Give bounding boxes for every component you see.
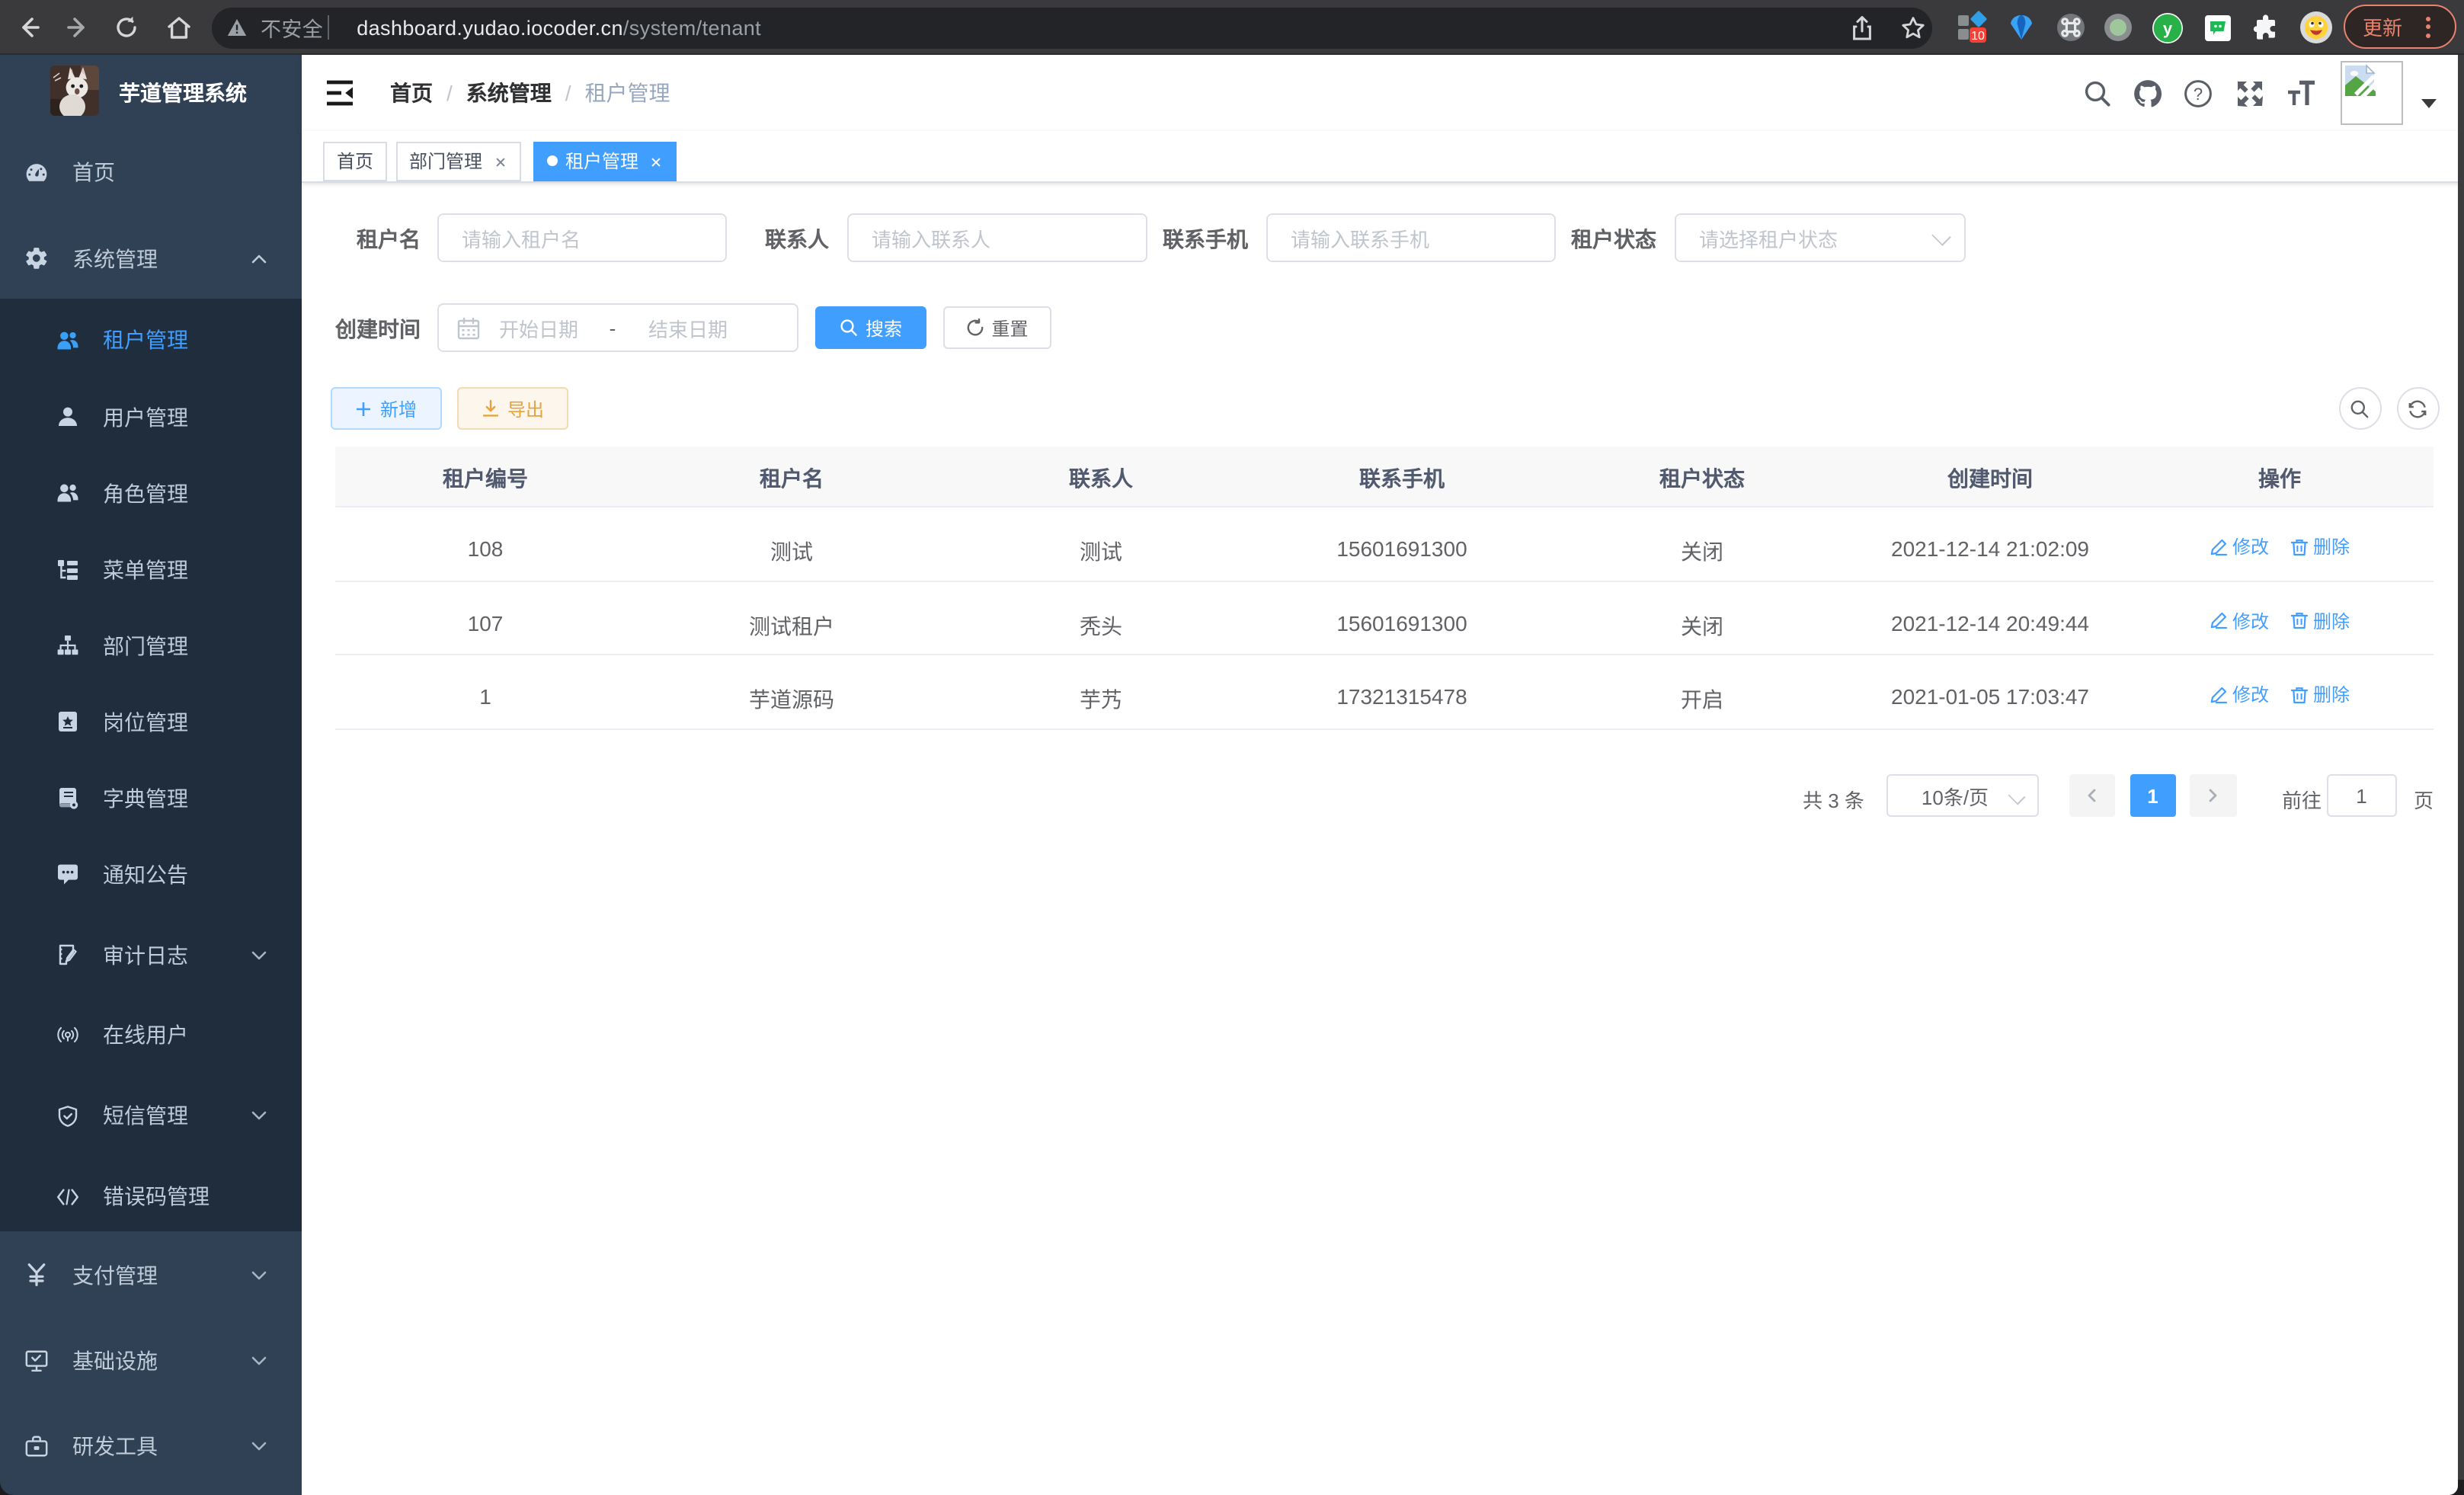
- svg-text:y: y: [2162, 18, 2172, 37]
- svg-text:?: ?: [2193, 84, 2202, 103]
- svg-text:10: 10: [1971, 30, 1985, 43]
